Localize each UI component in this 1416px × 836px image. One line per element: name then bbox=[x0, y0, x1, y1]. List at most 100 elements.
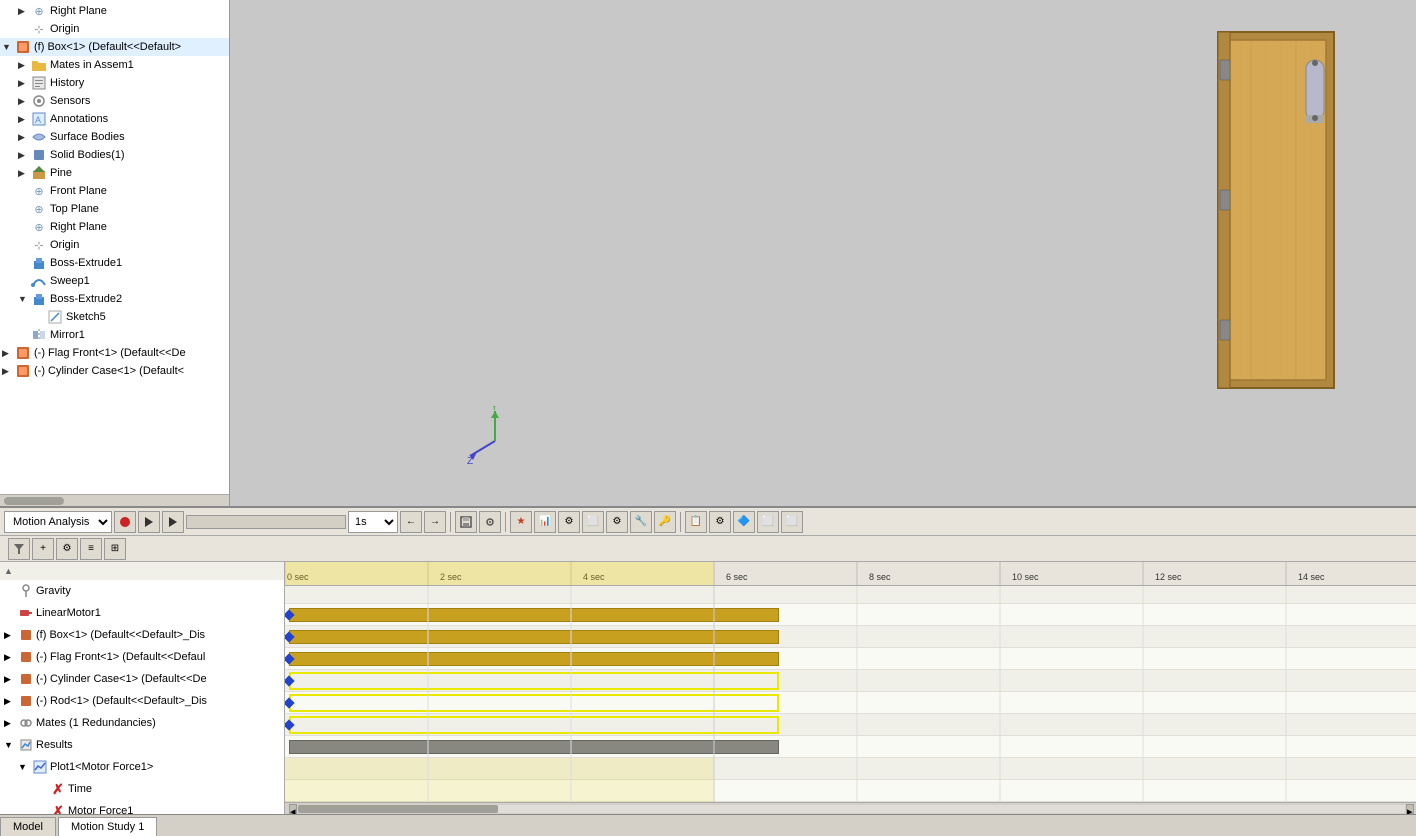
tree-item-right-plane[interactable]: ⊕ Right Plane bbox=[0, 218, 229, 236]
motion-tree-collapse-top[interactable]: ▲ bbox=[0, 562, 284, 580]
tb-btn-5[interactable]: ⚙ bbox=[558, 511, 580, 533]
play-from-start-button[interactable] bbox=[138, 511, 160, 533]
motion-item-rod[interactable]: ▶ (-) Rod<1> (Default<<Default>_Dis bbox=[0, 690, 284, 712]
separator-1 bbox=[450, 512, 451, 532]
tree-item-right-plane-top[interactable]: ▶ ⊕ Right Plane bbox=[0, 2, 229, 20]
add-key-button[interactable]: + bbox=[32, 538, 54, 560]
timeline-row-rod[interactable] bbox=[285, 714, 1416, 736]
timeline-row-flag-front[interactable] bbox=[285, 670, 1416, 692]
tree-item-mates[interactable]: ▶ Mates in Assem1 bbox=[0, 56, 229, 74]
timeline-row-linear-motor[interactable] bbox=[285, 626, 1416, 648]
plane-icon-3: ⊕ bbox=[30, 219, 48, 235]
tree-item-front-plane[interactable]: ⊕ Front Plane bbox=[0, 182, 229, 200]
motion-item-time[interactable]: ✗ Time bbox=[0, 778, 284, 800]
speed-select[interactable]: 1s 2s 0.5s bbox=[348, 511, 398, 533]
plane-icon: ⊕ bbox=[30, 183, 48, 199]
origin-icon: ⊹ bbox=[30, 21, 48, 37]
motion-mode-select[interactable]: Motion Analysis Basic Motion Animation bbox=[4, 511, 112, 533]
tree-item-flag-front[interactable]: ▶ (-) Flag Front<1> (Default<<De bbox=[0, 344, 229, 362]
component-motion-icon bbox=[18, 627, 34, 643]
grid-button[interactable]: ⊞ bbox=[104, 538, 126, 560]
tb-btn-14[interactable]: ⬜ bbox=[781, 511, 803, 533]
tree-item-top-plane[interactable]: ⊕ Top Plane bbox=[0, 200, 229, 218]
bar-box1[interactable] bbox=[289, 652, 779, 666]
motion-item-cylinder-case[interactable]: ▶ (-) Cylinder Case<1> (Default<<De bbox=[0, 668, 284, 690]
play-button[interactable] bbox=[162, 511, 184, 533]
tree-item-sketch5[interactable]: Sketch5 bbox=[0, 308, 229, 326]
timeline-row-gravity[interactable] bbox=[285, 604, 1416, 626]
motion-item-gravity[interactable]: Gravity bbox=[0, 580, 284, 602]
bar-motor[interactable] bbox=[289, 630, 779, 644]
motion-item-mates[interactable]: ▶ Mates (1 Redundancies) bbox=[0, 712, 284, 734]
timeline-rows-container bbox=[285, 586, 1416, 802]
motion-action-bar: + ⚙ ≡ ⊞ bbox=[0, 536, 1416, 562]
motion-item-plot1[interactable]: ▼ Plot1<Motor Force1> bbox=[0, 756, 284, 778]
settings-button[interactable] bbox=[479, 511, 501, 533]
annotations-icon: A bbox=[30, 111, 48, 127]
bar-cylinder[interactable] bbox=[289, 694, 779, 712]
motion-item-linear-motor[interactable]: LinearMotor1 bbox=[0, 602, 284, 624]
tb-btn-8[interactable]: 🔧 bbox=[630, 511, 652, 533]
tb-btn-9[interactable]: 🔑 bbox=[654, 511, 676, 533]
tree-item-annotations[interactable]: ▶ A Annotations bbox=[0, 110, 229, 128]
mates-motion-icon bbox=[18, 715, 34, 731]
tree-scroll-thumb[interactable] bbox=[4, 497, 64, 505]
scroll-track[interactable] bbox=[298, 805, 1405, 813]
tree-item-sensors[interactable]: ▶ Sensors bbox=[0, 92, 229, 110]
tree-item-box1[interactable]: ▼ (f) Box<1> (Default<<Default> bbox=[0, 38, 229, 56]
tab-motion-study-1[interactable]: Motion Study 1 bbox=[58, 817, 157, 836]
bar-flag[interactable] bbox=[289, 672, 779, 690]
motion-item-flag-front[interactable]: ▶ (-) Flag Front<1> (Default<<Defaul bbox=[0, 646, 284, 668]
cascade-button[interactable]: ≡ bbox=[80, 538, 102, 560]
tab-model[interactable]: Model bbox=[0, 817, 56, 836]
scroll-left-btn[interactable]: ◂ bbox=[289, 804, 297, 814]
timeline-row-cylinder[interactable] bbox=[285, 692, 1416, 714]
door-illustration bbox=[1216, 30, 1336, 390]
tree-item-boss-extrude2[interactable]: ▼ Boss-Extrude2 bbox=[0, 290, 229, 308]
plane-icon-2: ⊕ bbox=[30, 201, 48, 217]
tb-btn-11[interactable]: ⚙ bbox=[709, 511, 731, 533]
next-frame-button[interactable]: → bbox=[424, 511, 446, 533]
tree-item-pine[interactable]: ▶ Pine bbox=[0, 164, 229, 182]
tree-item-surface-bodies[interactable]: ▶ Surface Bodies bbox=[0, 128, 229, 146]
tree-item-sweep1[interactable]: Sweep1 bbox=[0, 272, 229, 290]
scroll-thumb[interactable] bbox=[298, 805, 498, 813]
tb-btn-3[interactable]: ★ bbox=[510, 511, 532, 533]
tree-item-history[interactable]: ▶ History bbox=[0, 74, 229, 92]
filter-button[interactable] bbox=[8, 538, 30, 560]
timeline-row-empty-2 bbox=[285, 780, 1416, 802]
viewport: Z Y bbox=[230, 0, 1416, 506]
timeline-row-box1[interactable] bbox=[285, 648, 1416, 670]
timeline-row-mates[interactable] bbox=[285, 736, 1416, 758]
tb-btn-13[interactable]: ⬜ bbox=[757, 511, 779, 533]
config-button[interactable]: ⚙ bbox=[56, 538, 78, 560]
motion-item-motor-force[interactable]: ✗ Motor Force1 bbox=[0, 800, 284, 814]
tb-btn-10[interactable]: 📋 bbox=[685, 511, 707, 533]
bar-mates[interactable] bbox=[289, 740, 779, 754]
bar-gravity[interactable] bbox=[289, 608, 779, 622]
tree-item-cylinder-case[interactable]: ▶ (-) Cylinder Case<1> (Default< bbox=[0, 362, 229, 380]
playback-slider[interactable] bbox=[186, 515, 346, 529]
scroll-right-btn[interactable]: ▸ bbox=[1406, 804, 1414, 814]
tree-item-boss-extrude1[interactable]: Boss-Extrude1 bbox=[0, 254, 229, 272]
tree-scrollbar[interactable] bbox=[0, 494, 229, 506]
tb-btn-6[interactable]: ⬜ bbox=[582, 511, 604, 533]
tree-item-origin-top[interactable]: ⊹ Origin bbox=[0, 20, 229, 38]
record-button[interactable] bbox=[114, 511, 136, 533]
timeline-scrollbar[interactable]: ◂ ▸ bbox=[285, 802, 1416, 814]
tb-btn-7[interactable]: ⚙ bbox=[606, 511, 628, 533]
component-icon-3 bbox=[14, 363, 32, 379]
bar-rod[interactable] bbox=[289, 716, 779, 734]
tree-item-solid-bodies[interactable]: ▶ Solid Bodies(1) bbox=[0, 146, 229, 164]
motion-item-box1[interactable]: ▶ (f) Box<1> (Default<<Default>_Dis bbox=[0, 624, 284, 646]
sketch-icon bbox=[46, 309, 64, 325]
save-button[interactable] bbox=[455, 511, 477, 533]
tree-item-mirror1[interactable]: Mirror1 bbox=[0, 326, 229, 344]
tree-item-origin[interactable]: ⊹ Origin bbox=[0, 236, 229, 254]
tb-btn-12[interactable]: 🔷 bbox=[733, 511, 755, 533]
tb-btn-4[interactable]: 📊 bbox=[534, 511, 556, 533]
svg-text:Z: Z bbox=[467, 456, 473, 466]
motion-item-results[interactable]: ▼ Results bbox=[0, 734, 284, 756]
prev-frame-button[interactable]: ← bbox=[400, 511, 422, 533]
folder-icon bbox=[30, 57, 48, 73]
